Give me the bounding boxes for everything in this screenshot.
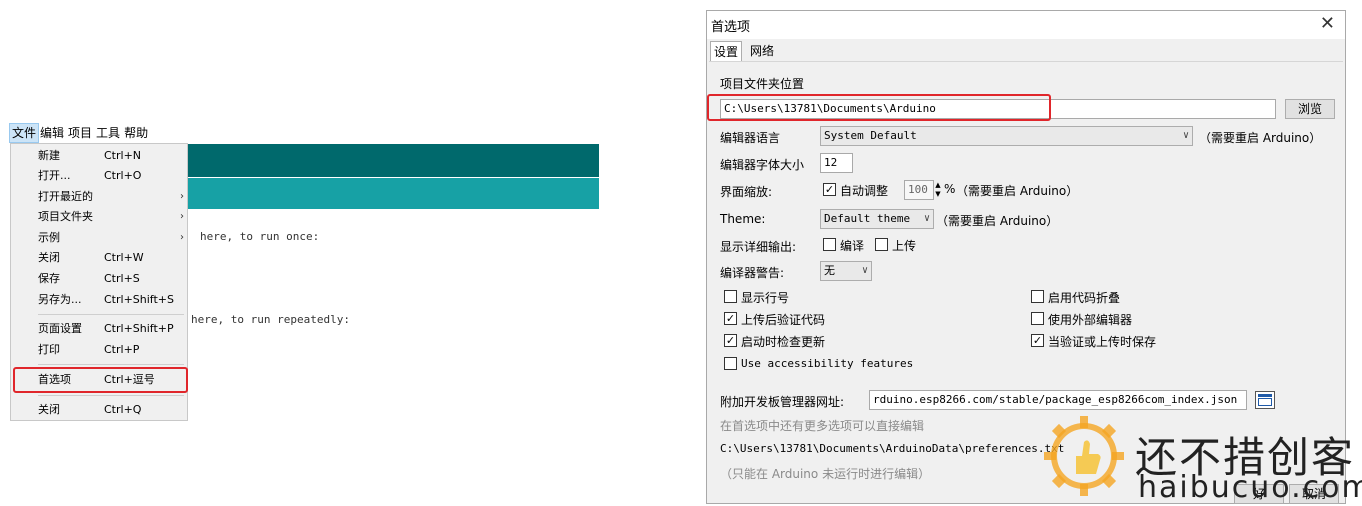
menu-edit[interactable]: 编辑 bbox=[38, 124, 66, 142]
font-size-input[interactable]: 12 bbox=[820, 153, 853, 173]
tab-settings[interactable]: 设置 bbox=[710, 41, 743, 62]
verify-after-upload-checkbox[interactable]: ✓ bbox=[724, 312, 737, 325]
scale-unit: % bbox=[944, 182, 956, 196]
watermark-gear-icon bbox=[1044, 416, 1124, 496]
menu-tools[interactable]: 工具 bbox=[94, 124, 122, 142]
dialog-title: 首选项 bbox=[711, 20, 751, 35]
code-line-loop: here, to run repeatedly: bbox=[191, 313, 350, 326]
verbose-compile-checkbox[interactable] bbox=[823, 238, 836, 251]
external-editor-checkbox[interactable] bbox=[1031, 312, 1044, 325]
menu-item-close[interactable]: 关闭 Ctrl+W bbox=[11, 248, 187, 268]
scale-label: 界面缩放: bbox=[720, 185, 773, 199]
prefs-file-path[interactable]: C:\Users\13781\Documents\ArduinoData\pre… bbox=[720, 442, 1064, 455]
verbose-upload-label: 上传 bbox=[892, 239, 917, 253]
menu-item-save[interactable]: 保存 Ctrl+S bbox=[11, 269, 187, 289]
auto-scale-checkbox[interactable]: ✓ bbox=[823, 183, 836, 196]
code-folding-label: 启用代码折叠 bbox=[1048, 291, 1121, 305]
scale-restart-note: （需要重启 Arduino） bbox=[956, 184, 1079, 198]
accessibility-label: Use accessibility features bbox=[741, 357, 914, 370]
window-icon[interactable] bbox=[1255, 391, 1275, 409]
menu-item-print[interactable]: 打印 Ctrl+P bbox=[11, 340, 187, 360]
code-folding-checkbox[interactable] bbox=[1031, 290, 1044, 303]
settings-panel: 项目文件夹位置 C:\Users\13781\Documents\Arduino… bbox=[709, 61, 1343, 484]
edit-note: （只能在 Arduino 未运行时进行编辑） bbox=[720, 467, 931, 481]
save-on-verify-label: 当验证或上传时保存 bbox=[1048, 335, 1157, 349]
external-editor-label: 使用外部编辑器 bbox=[1048, 313, 1133, 327]
menu-item-quit[interactable]: 关闭 Ctrl+Q bbox=[11, 400, 187, 420]
font-size-label: 编辑器字体大小 bbox=[720, 158, 805, 172]
theme-restart-note: （需要重启 Arduino） bbox=[936, 214, 1059, 228]
toolbar bbox=[188, 144, 599, 177]
chevron-down-icon: ∨ bbox=[1182, 130, 1189, 141]
menu-sketch[interactable]: 项目 bbox=[66, 124, 94, 142]
chevron-down-icon: ∨ bbox=[923, 213, 930, 224]
menu-separator bbox=[38, 314, 184, 315]
show-line-numbers-label: 显示行号 bbox=[741, 291, 790, 305]
highlight-preferences-item bbox=[13, 367, 188, 393]
close-icon[interactable]: ✕ bbox=[1320, 13, 1335, 34]
chevron-right-icon: › bbox=[180, 191, 184, 202]
code-line-setup: here, to run once: bbox=[200, 230, 320, 243]
editor-language-select[interactable]: System Default ∨ bbox=[820, 126, 1193, 146]
check-updates-label: 启动时检查更新 bbox=[741, 335, 826, 349]
menu-item-page-setup[interactable]: 页面设置 Ctrl+Shift+P bbox=[11, 319, 187, 339]
tab-network[interactable]: 网络 bbox=[747, 41, 777, 61]
menu-item-open[interactable]: 打开... Ctrl+O bbox=[11, 166, 187, 186]
check-updates-checkbox[interactable]: ✓ bbox=[724, 334, 737, 347]
scale-input[interactable]: 100 bbox=[904, 180, 934, 200]
menu-help[interactable]: 帮助 bbox=[122, 124, 150, 142]
title-bar: 首选项 ✕ bbox=[707, 11, 1345, 39]
editor-language-label: 编辑器语言 bbox=[720, 131, 781, 145]
menu-item-open-recent[interactable]: 打开最近的 › bbox=[11, 187, 187, 207]
auto-scale-label: 自动调整 bbox=[840, 184, 889, 198]
warnings-label: 编译器警告: bbox=[720, 266, 785, 280]
menu-separator bbox=[38, 395, 184, 396]
browse-button[interactable]: 浏览 bbox=[1285, 99, 1335, 119]
menu-item-examples[interactable]: 示例 › bbox=[11, 228, 187, 248]
menu-file[interactable]: 文件 bbox=[8, 123, 40, 143]
board-url-input[interactable]: rduino.esp8266.com/stable/package_esp826… bbox=[869, 390, 1247, 410]
watermark-en-text: haibucuo.com bbox=[1138, 470, 1362, 505]
theme-label: Theme: bbox=[720, 212, 766, 226]
verbose-label: 显示详细输出: bbox=[720, 240, 797, 254]
menu-item-save-as[interactable]: 另存为... Ctrl+Shift+S bbox=[11, 290, 187, 310]
verbose-compile-label: 编译 bbox=[840, 239, 865, 253]
sketchbook-label: 项目文件夹位置 bbox=[720, 77, 805, 91]
verbose-upload-checkbox[interactable] bbox=[875, 238, 888, 251]
menu-bar: 文件 编辑 项目 工具 帮助 bbox=[8, 123, 150, 143]
menu-separator bbox=[38, 364, 184, 365]
chevron-right-icon: › bbox=[180, 232, 184, 243]
board-url-label: 附加开发板管理器网址: bbox=[720, 395, 845, 409]
save-on-verify-checkbox[interactable]: ✓ bbox=[1031, 334, 1044, 347]
tab-strip bbox=[188, 178, 599, 209]
verify-after-upload-label: 上传后验证代码 bbox=[741, 313, 826, 327]
highlight-sketchbook-path bbox=[707, 94, 1051, 121]
restart-note: （需要重启 Arduino） bbox=[1199, 131, 1322, 145]
menu-item-new[interactable]: 新建 Ctrl+N bbox=[11, 146, 187, 166]
accessibility-checkbox[interactable] bbox=[724, 357, 737, 370]
show-line-numbers-checkbox[interactable] bbox=[724, 290, 737, 303]
warnings-select[interactable]: 无 ∨ bbox=[820, 261, 872, 281]
chevron-right-icon: › bbox=[180, 211, 184, 222]
menu-item-sketchbook[interactable]: 项目文件夹 › bbox=[11, 207, 187, 227]
theme-select[interactable]: Default theme ∨ bbox=[820, 209, 934, 229]
spinner-icon[interactable]: ▲ ▼ bbox=[933, 181, 943, 199]
chevron-down-icon: ∨ bbox=[861, 265, 868, 276]
more-prefs-note: 在首选项中还有更多选项可以直接编辑 bbox=[720, 419, 925, 433]
